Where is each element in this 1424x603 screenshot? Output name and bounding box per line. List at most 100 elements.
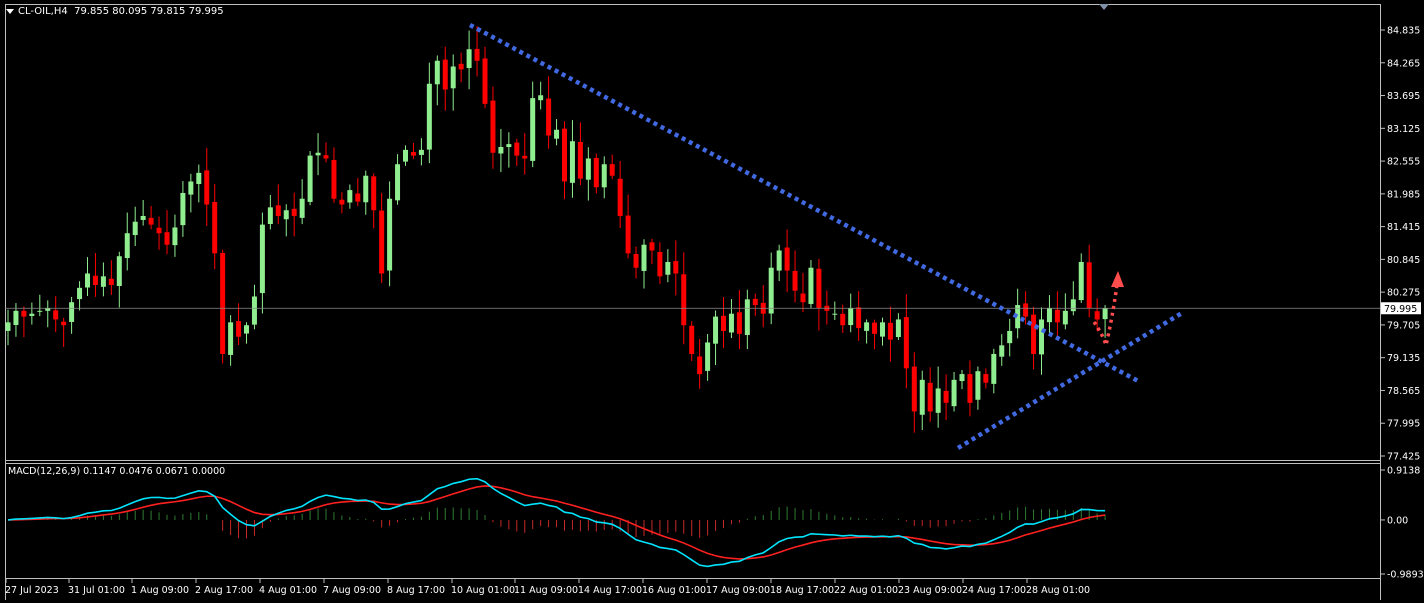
bear-candle-body [204, 170, 210, 205]
bull-candle-body [315, 152, 321, 156]
bull-candle-body [37, 310, 43, 312]
price-chart[interactable]: 84.835 84.265 83.695 83.125 82.555 81.985 81.4… [0, 0, 1424, 603]
bear-candle-body [108, 278, 114, 285]
bull-candle-body [713, 316, 719, 344]
bull-candle-body [307, 155, 313, 202]
bull-candle-body [935, 388, 941, 413]
macd-panel: 0.9138 0.00 -0.9893 [7, 466, 1424, 581]
bull-candle-body [172, 227, 178, 246]
bear-candle-body [593, 158, 599, 188]
price-tick-label: 82.555 [1387, 157, 1420, 168]
price-tick-label: 81.415 [1387, 222, 1420, 233]
bull-candle-body [466, 49, 472, 68]
time-tick-label: 28 Aug 01:00 [1026, 585, 1090, 596]
bull-candle-body [77, 287, 83, 300]
current-price-label: 79.995 [1384, 304, 1417, 315]
chart-shift-marker-icon[interactable] [1099, 4, 1109, 10]
bull-candle-body [880, 322, 885, 337]
symbol-label: CL-OIL,H4 [18, 6, 68, 17]
bear-candle-body [1031, 314, 1037, 354]
bull-candle-body [665, 261, 671, 275]
bear-candle-body [633, 254, 639, 268]
bull-candle-body [538, 95, 544, 101]
time-tick-label: 31 Jul 01:00 [68, 585, 125, 596]
bear-candle-body [458, 63, 464, 70]
bull-candle-body [363, 175, 369, 203]
bull-candle-body [1078, 261, 1084, 301]
bull-candle-body [601, 164, 607, 188]
bear-candle-body [800, 293, 806, 303]
price-tick-label: 79.705 [1387, 320, 1420, 331]
bull-candle-body [196, 172, 202, 185]
bear-candle-body [410, 152, 416, 156]
bear-candle-body [522, 155, 528, 159]
price-tick-label: 81.985 [1387, 189, 1420, 200]
time-tick-label: 11 Aug 09:00 [514, 585, 578, 596]
macd-tick-label: 0.00 [1387, 515, 1408, 526]
bull-candle-body [1046, 307, 1052, 323]
macd-header: MACD(12,26,9) 0.1147 0.0476 0.0671 0.000… [8, 466, 226, 477]
bear-candle-body [323, 155, 329, 159]
bull-candle-body [450, 66, 456, 89]
bull-candle-body [506, 144, 512, 147]
bull-candle-body [180, 192, 186, 226]
bear-candle-body [784, 247, 790, 271]
bull-candle-body [251, 296, 257, 325]
price-tick-label: 84.265 [1387, 58, 1420, 69]
bear-candle-body [577, 141, 583, 179]
bear-candle-body [156, 227, 162, 234]
bear-candle-body [927, 382, 933, 412]
bull-candle-body [259, 224, 265, 294]
bear-candle-body [379, 210, 385, 274]
price-tick-label: 78.565 [1387, 386, 1420, 397]
bull-candle-body [395, 164, 401, 201]
time-tick-label: 24 Aug 17:00 [962, 585, 1026, 596]
bull-candle-body [776, 250, 782, 271]
bear-candle-body [442, 59, 448, 90]
bull-candle-body [744, 299, 750, 335]
price-axis: 84.835 84.265 83.695 83.125 82.555 81.985 81.4… [1380, 26, 1421, 463]
bull-candle-body [864, 322, 870, 331]
bear-candle-body [1023, 303, 1029, 317]
bear-candle-body [967, 374, 973, 403]
bear-candle-body [689, 325, 695, 354]
bear-candle-body [1086, 262, 1092, 308]
bear-candle-body [681, 274, 687, 326]
bear-candle-body [546, 98, 552, 136]
bear-candle-body [911, 366, 917, 412]
time-tick-label: 2 Aug 17:00 [195, 585, 253, 596]
time-tick-label: 4 Aug 01:00 [259, 585, 317, 596]
bull-candle-body [418, 149, 424, 155]
ohlc-values: 79.855 80.095 79.815 79.995 [74, 6, 224, 17]
bull-candle-body [434, 60, 440, 85]
bear-candle-body [887, 322, 893, 340]
time-tick-label: 1 Aug 09:00 [131, 585, 189, 596]
bull-candle-body [347, 190, 353, 203]
bull-candle-body [116, 256, 122, 287]
time-tick-label: 8 Aug 17:00 [387, 585, 445, 596]
price-tick-label: 77.995 [1387, 419, 1420, 430]
bear-candle-body [482, 58, 488, 104]
bull-candle-body [585, 158, 591, 180]
time-tick-label: 18 Aug 17:00 [770, 585, 834, 596]
time-axis: 27 Jul 2023 31 Jul 01:00 1 Aug 09:00 2 Aug … [5, 578, 1090, 596]
bear-candle-body [657, 251, 663, 277]
bull-candle-body [124, 233, 130, 259]
bull-candle-body [728, 313, 734, 333]
time-tick-label: 23 Aug 09:00 [898, 585, 962, 596]
bull-candle-body [959, 374, 965, 382]
bear-candle-body [617, 178, 623, 216]
bull-candle-body [100, 276, 106, 287]
dropdown-arrow-icon[interactable] [6, 8, 14, 14]
bear-candle-body [649, 242, 655, 251]
bear-candle-body [721, 315, 726, 331]
bull-candle-body [387, 198, 393, 271]
projection-arrowhead-icon [1111, 271, 1124, 287]
price-tick-label: 80.275 [1387, 288, 1420, 299]
time-tick-label: 14 Aug 17:00 [578, 585, 642, 596]
bear-candle-body [872, 322, 878, 334]
time-tick-label: 22 Aug 01:00 [834, 585, 898, 596]
price-tick-label: 80.845 [1387, 255, 1420, 266]
price-tick-label: 77.425 [1387, 452, 1420, 463]
bull-candle-body [69, 302, 75, 322]
